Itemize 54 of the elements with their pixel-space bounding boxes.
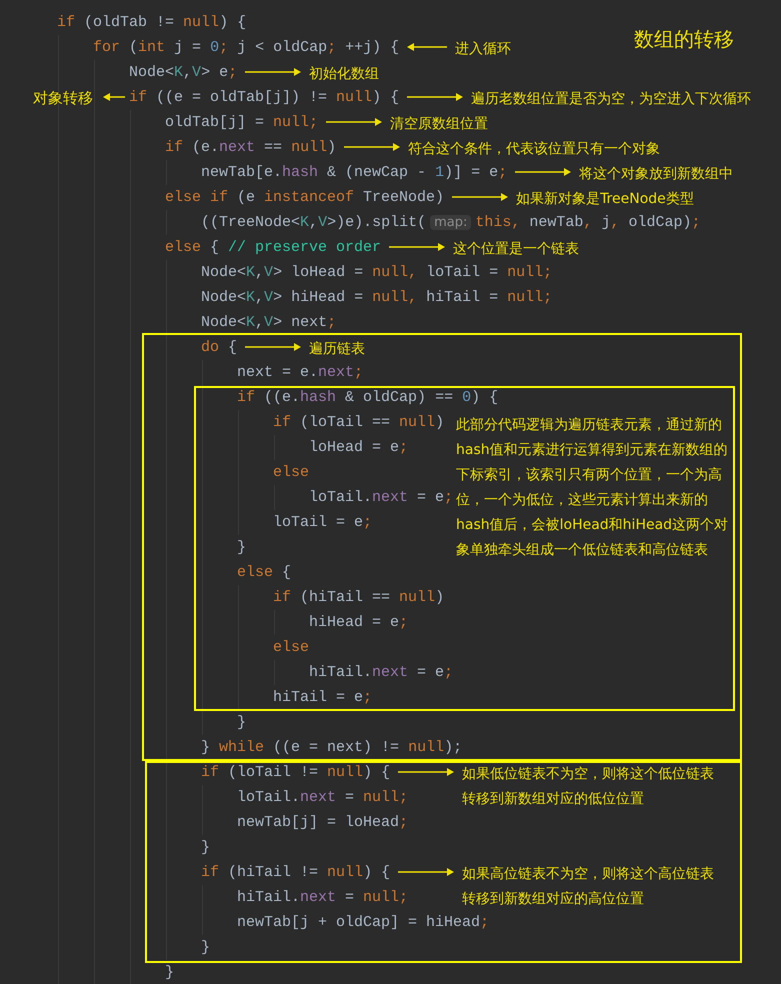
code-line: if (e.next == null)	[165, 138, 336, 158]
code-line: ((TreeNode<K,V>)e).split( map: this, newTab, j, oldCap);	[201, 213, 700, 233]
annotation-note: 清空原数组位置	[390, 115, 488, 134]
code-line: oldTab[j] = null;	[165, 113, 318, 133]
annotation-note: 将这个对象放到新数组中	[579, 165, 734, 184]
code-line: next = e.next;	[237, 363, 364, 383]
code-line: else { // preserve order	[165, 238, 382, 258]
code-line: if ((e.hash & oldCap) == 0) {	[237, 388, 498, 408]
code-line: }	[237, 538, 246, 558]
title: 数组的转移	[634, 26, 734, 53]
code-line: else {	[237, 563, 292, 583]
code-line: } while ((e = next) != null);	[201, 738, 462, 758]
code-line: else if (e instanceof TreeNode)	[165, 188, 444, 208]
code-line: loHead = e;	[309, 438, 408, 458]
code-line: else	[273, 638, 310, 658]
code-line: if ((e = oldTab[j]) != null) {	[129, 88, 400, 108]
code-line: do {	[201, 338, 238, 358]
annotation-note: 转移到新数组对应的高位位置	[462, 890, 646, 909]
code-line: }	[165, 963, 174, 983]
code-line: if (loTail != null) {	[201, 763, 390, 783]
code-line: Node<K,V> e;	[129, 63, 238, 83]
code-line: newTab[e.hash & (newCap - 1)] = e;	[201, 163, 508, 183]
code-line: newTab[j] = loHead;	[237, 813, 408, 833]
annotation-note: 转移到新数组对应的低位位置	[462, 790, 646, 809]
code-line: }	[201, 838, 210, 858]
code-line: if (hiTail == null)	[273, 588, 444, 608]
code-line: if (hiTail != null) {	[201, 863, 390, 883]
code-line: loTail.next = null;	[237, 788, 408, 808]
code-line: hiHead = e;	[309, 613, 408, 633]
annotation-note: 如果低位链表不为空，则将这个低位链表	[462, 765, 714, 784]
code-line: hiTail.next = null;	[237, 888, 408, 908]
code-line: for (int j = 0; j < oldCap; ++j) {	[93, 38, 400, 58]
code-line: loTail.next = e;	[309, 488, 454, 508]
annotation-note: 对象转移	[33, 88, 93, 109]
annotation-note: 如果高位链表不为空，则将这个高位链表	[462, 865, 714, 884]
code-line: if (loTail == null)	[273, 413, 444, 433]
code-line: }	[201, 938, 210, 958]
code-line: }	[237, 713, 246, 733]
annotation-note: 这个位置是一个链表	[453, 240, 580, 259]
annotation-note: 遍历老数组位置是否为空，为空进入下次循环	[471, 90, 752, 109]
code-line: Node<K,V> loHead = null, loTail = null;	[201, 263, 552, 283]
annotation-note: 遍历链表	[309, 340, 366, 359]
annotation-note: 如果新对象是TreeNode类型	[516, 190, 694, 209]
annotation-note: 进入循环	[455, 40, 512, 59]
code-line: else	[273, 463, 310, 483]
code-line: if (oldTab != null) {	[57, 13, 246, 33]
code-line: loTail = e;	[273, 513, 372, 533]
code-line: Node<K,V> next;	[201, 313, 336, 333]
code-line: newTab[j + oldCap] = hiHead;	[237, 913, 490, 933]
code-line: Node<K,V> hiHead = null, hiTail = null;	[201, 288, 552, 308]
annotation-note: 初始化数组	[309, 65, 380, 84]
code-line: hiTail.next = e;	[309, 663, 454, 683]
annotation-note: 符合这个条件，代表该位置只有一个对象	[408, 140, 660, 159]
code-line: hiTail = e;	[273, 688, 372, 708]
